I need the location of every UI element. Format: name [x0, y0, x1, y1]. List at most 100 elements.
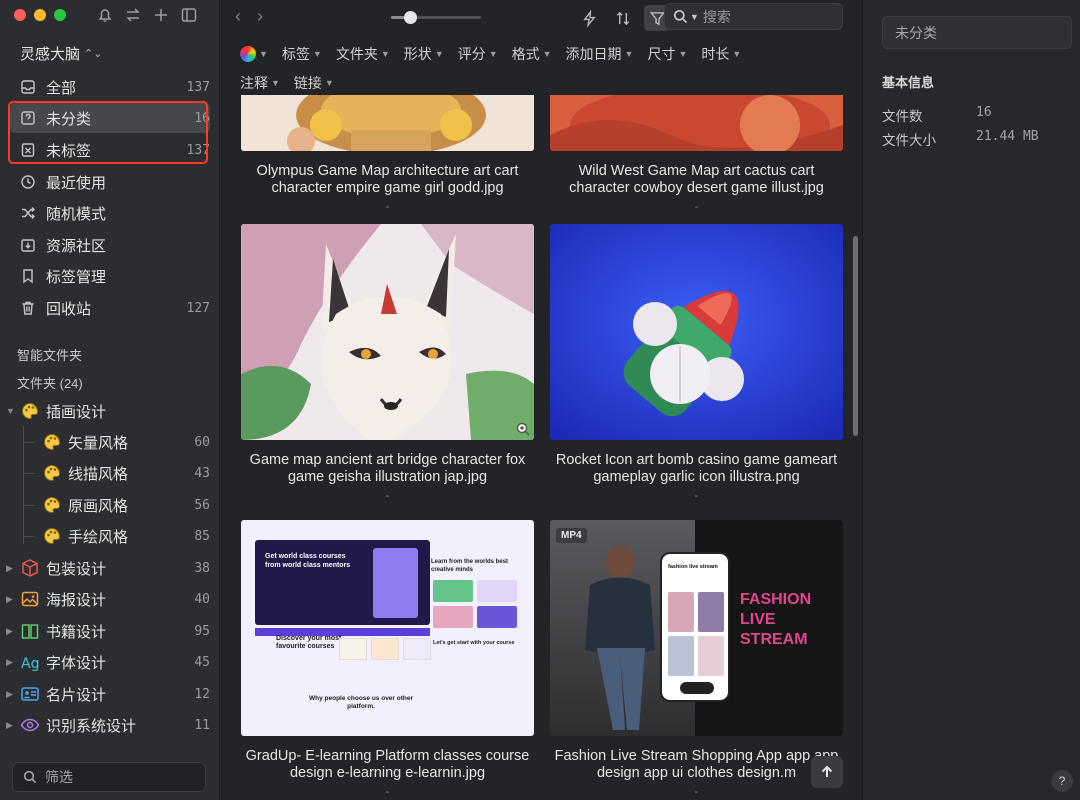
folder-name-field[interactable]: 未分类	[882, 16, 1072, 49]
sidebar-filter-input[interactable]: 筛选	[12, 762, 206, 792]
scroll-to-top-button[interactable]	[811, 756, 843, 788]
edu-tile	[433, 606, 473, 628]
caret-right-icon[interactable]: ▶	[6, 563, 16, 574]
palette-icon	[42, 526, 62, 546]
search-icon	[23, 770, 37, 784]
caret-right-icon[interactable]: ▶	[6, 594, 16, 605]
palette-icon	[42, 495, 62, 515]
sync-arrows-icon[interactable]	[124, 6, 142, 24]
filter-link[interactable]: 链接 ▼	[294, 73, 334, 93]
folder-count: 38	[194, 560, 210, 576]
chevron-down-icon: ▼	[380, 49, 390, 59]
filter-annotation[interactable]: 注释 ▼	[240, 73, 280, 93]
bookmark-icon	[20, 268, 36, 284]
asset-card[interactable]: Get world class courses from world class…	[241, 520, 534, 798]
filter-folder[interactable]: 文件夹 ▼	[336, 44, 390, 64]
thumbnail-image[interactable]	[241, 224, 534, 440]
asset-card[interactable]: Game map ancient art bridge character fo…	[241, 224, 534, 502]
thumbnail-image[interactable]: Get world class courses from world class…	[241, 520, 534, 736]
thumbnail-image[interactable]	[550, 224, 843, 440]
sidebar-toggle-icon[interactable]	[180, 6, 198, 24]
folder-item[interactable]: ▼ 插画设计	[6, 396, 210, 426]
sort-icon[interactable]	[610, 5, 636, 31]
folder-item[interactable]: 原画风格 56	[38, 490, 210, 520]
nav-item-trash[interactable]: 回收站 127	[10, 293, 210, 323]
folder-item[interactable]: 线描风格 43	[38, 458, 210, 488]
folder-item[interactable]: ▶ 包装设计 38	[6, 553, 210, 583]
thumbnail-image[interactable]: fashion live stream FASHION LIVE STREAM …	[550, 520, 843, 736]
asset-card[interactable]: Rocket Icon art bomb casino game gameart…	[550, 224, 843, 502]
close-window-button[interactable]	[14, 9, 26, 21]
filter-format[interactable]: 格式 ▼	[512, 44, 552, 64]
folder-item[interactable]: ▶ 名片设计 12	[6, 679, 210, 709]
nav-count: 127	[186, 300, 210, 316]
asset-note: -	[385, 488, 390, 502]
minimize-window-button[interactable]	[34, 9, 46, 21]
asset-card[interactable]: Wild West Game Map art cactus cart chara…	[550, 95, 843, 213]
folders-heading[interactable]: 文件夹 (24)	[17, 373, 83, 392]
asset-filename: Game map ancient art bridge character fo…	[249, 452, 526, 485]
product-tile	[698, 592, 724, 632]
caret-right-icon[interactable]: ▶	[6, 689, 16, 700]
nav-item-untagged[interactable]: 未标签 137	[10, 135, 210, 165]
caret-right-icon[interactable]: ▶	[6, 657, 16, 668]
grid-scrollbar[interactable]	[853, 236, 858, 436]
palette-icon	[20, 401, 40, 421]
filter-rating[interactable]: 评分 ▼	[458, 44, 498, 64]
plus-icon[interactable]	[152, 6, 170, 24]
filter-shape[interactable]: 形状 ▼	[404, 44, 444, 64]
folder-item[interactable]: 手绘风格 85	[38, 521, 210, 551]
folder-item[interactable]: ▶ 海报设计 40	[6, 584, 210, 614]
nav-item-recent[interactable]: 最近使用	[10, 167, 210, 197]
help-button[interactable]: ?	[1051, 770, 1073, 792]
zoom-slider-knob[interactable]	[403, 11, 417, 24]
caret-right-icon[interactable]: ▶	[6, 626, 16, 637]
basic-info-heading: 基本信息	[882, 75, 935, 90]
forward-arrow-icon[interactable]: ›	[257, 6, 263, 27]
nav-item-all[interactable]: 全部 137	[10, 72, 210, 102]
nav-item-community[interactable]: 资源社区	[10, 230, 210, 260]
folder-item[interactable]: 矢量风格 60	[38, 427, 210, 457]
folder-count: 95	[194, 623, 210, 639]
caret-right-icon[interactable]: ▶	[6, 720, 16, 731]
asset-card[interactable]: fashion live stream FASHION LIVE STREAM …	[550, 520, 843, 798]
edu-course-card	[403, 638, 431, 660]
window-controls	[14, 9, 66, 21]
folder-item[interactable]: ▶ 识别系统设计 11	[6, 710, 210, 740]
product-tile	[668, 636, 694, 676]
filter-date-added[interactable]: 添加日期 ▼	[566, 44, 634, 64]
folder-count: 56	[194, 497, 210, 513]
filter-duration[interactable]: 时长 ▼	[701, 44, 741, 64]
asset-note: -	[694, 784, 699, 798]
asset-filename: Rocket Icon art bomb casino game gameart…	[555, 452, 838, 485]
lightning-icon[interactable]	[576, 5, 602, 31]
color-filter[interactable]: ▼	[240, 44, 268, 64]
folder-item[interactable]: ▶ Ag 字体设计 45	[6, 647, 210, 677]
bell-icon[interactable]	[96, 6, 114, 24]
thumbnail-image[interactable]	[550, 95, 843, 151]
info-row-file-size: 文件大小 21.44 MB	[882, 129, 1039, 149]
chevron-down-icon: ▼	[624, 49, 634, 59]
filter-size[interactable]: 尺寸 ▼	[647, 44, 687, 64]
nav-item-uncategorized[interactable]: 未分类 16	[10, 103, 210, 133]
caret-down-icon[interactable]: ▼	[6, 406, 16, 416]
chevron-down-icon[interactable]: ▼	[690, 12, 699, 22]
folder-item[interactable]: ▶ 书籍设计 95	[6, 616, 210, 646]
nav-item-random[interactable]: 随机模式	[10, 198, 210, 228]
nav-item-tag-manager[interactable]: 标签管理	[10, 261, 210, 291]
asset-note: -	[694, 199, 699, 213]
filter-tags[interactable]: 标签 ▼	[282, 44, 322, 64]
thumbnail-image[interactable]	[241, 95, 534, 151]
search-input[interactable]: ▼ 搜索	[664, 3, 843, 30]
zoom-in-icon[interactable]	[516, 422, 530, 436]
zoom-window-button[interactable]	[54, 9, 66, 21]
inbox-icon	[20, 79, 36, 95]
back-arrow-icon[interactable]: ‹	[235, 6, 241, 27]
chevron-down-icon: ▼	[678, 49, 688, 59]
folder-label: 插画设计	[46, 403, 107, 421]
library-switcher[interactable]: 灵感大脑 ⌃⌄	[20, 43, 102, 64]
asset-card[interactable]: Olympus Game Map architecture art cart c…	[241, 95, 534, 213]
nav-count: 137	[186, 142, 210, 158]
smart-folders-heading[interactable]: 智能文件夹	[17, 345, 82, 364]
nav-count: 137	[186, 79, 210, 95]
